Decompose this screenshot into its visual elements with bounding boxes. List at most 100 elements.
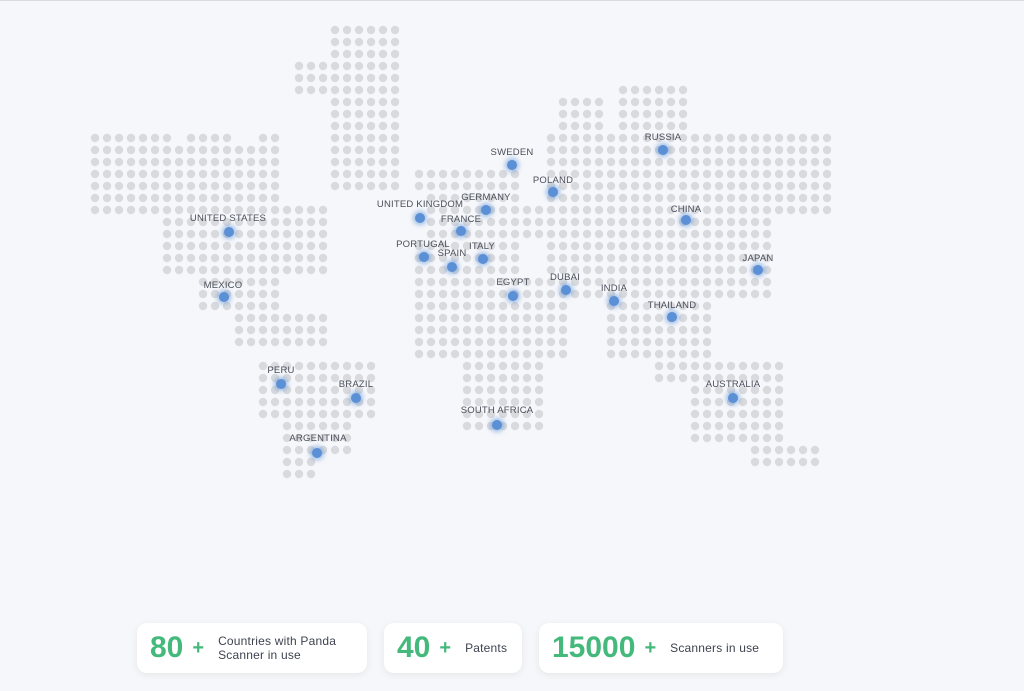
map-dot	[582, 253, 592, 263]
label-poland: POLAND	[532, 175, 574, 186]
map-dot	[594, 169, 604, 179]
world-dot-map	[90, 25, 832, 479]
map-dot	[474, 229, 484, 239]
map-dot	[486, 301, 496, 311]
pin-india[interactable]	[609, 296, 619, 306]
pin-germany[interactable]	[481, 205, 491, 215]
map-dot	[450, 337, 460, 347]
map-dot	[234, 301, 244, 311]
map-dot	[270, 217, 280, 227]
map-dot	[138, 193, 148, 203]
map-dot	[678, 253, 688, 263]
map-dot	[342, 145, 352, 155]
map-dot	[534, 301, 544, 311]
pin-dubai[interactable]	[561, 285, 571, 295]
pin-united-kingdom[interactable]	[415, 213, 425, 223]
map-dot	[282, 217, 292, 227]
map-dot	[522, 301, 532, 311]
map-dot	[318, 397, 328, 407]
map-dot	[558, 325, 568, 335]
map-dot	[702, 229, 712, 239]
map-dot	[630, 121, 640, 131]
map-dot	[714, 193, 724, 203]
map-dot	[282, 445, 292, 455]
map-dot	[678, 373, 688, 383]
map-dot	[282, 421, 292, 431]
map-dot	[150, 169, 160, 179]
map-dot	[702, 361, 712, 371]
map-dot	[162, 253, 172, 263]
map-dot	[714, 169, 724, 179]
map-dot	[270, 325, 280, 335]
map-dot	[798, 193, 808, 203]
map-dot	[606, 181, 616, 191]
map-dot	[798, 169, 808, 179]
map-dot	[378, 145, 388, 155]
map-dot	[642, 217, 652, 227]
pin-mexico[interactable]	[219, 292, 229, 302]
pin-brazil[interactable]	[351, 393, 361, 403]
pin-france[interactable]	[456, 226, 466, 236]
map-dot	[486, 265, 496, 275]
map-dot	[786, 169, 796, 179]
map-dot	[666, 349, 676, 359]
map-dot	[546, 301, 556, 311]
pin-spain[interactable]	[447, 262, 457, 272]
map-dot	[522, 421, 532, 431]
map-dot	[642, 109, 652, 119]
map-dot	[606, 349, 616, 359]
map-dot	[750, 277, 760, 287]
pin-russia[interactable]	[658, 145, 668, 155]
map-dot	[666, 145, 676, 155]
map-dot	[198, 229, 208, 239]
pin-egypt[interactable]	[508, 291, 518, 301]
map-dot	[366, 181, 376, 191]
map-dot	[654, 85, 664, 95]
label-russia: RUSSIA	[644, 132, 682, 143]
map-dot	[414, 277, 424, 287]
map-dot	[450, 169, 460, 179]
map-dot	[642, 145, 652, 155]
map-dot	[414, 169, 424, 179]
label-india: INDIA	[600, 283, 628, 294]
map-dot	[282, 205, 292, 215]
map-dot	[318, 253, 328, 263]
map-dot	[294, 409, 304, 419]
map-dot	[174, 241, 184, 251]
pin-italy[interactable]	[478, 254, 488, 264]
map-dot	[666, 193, 676, 203]
map-dot	[702, 409, 712, 419]
pin-south-africa[interactable]	[492, 420, 502, 430]
map-dot	[162, 217, 172, 227]
map-dot	[330, 73, 340, 83]
pin-united-states[interactable]	[224, 227, 234, 237]
pin-japan[interactable]	[753, 265, 763, 275]
pin-australia[interactable]	[728, 393, 738, 403]
map-dot	[738, 409, 748, 419]
map-dot	[306, 229, 316, 239]
map-dot	[594, 133, 604, 143]
pin-sweden[interactable]	[507, 160, 517, 170]
pin-portugal[interactable]	[419, 252, 429, 262]
map-dot	[270, 253, 280, 263]
pin-peru[interactable]	[276, 379, 286, 389]
map-dot	[582, 217, 592, 227]
map-dot	[618, 349, 628, 359]
pin-argentina[interactable]	[312, 448, 322, 458]
map-dot	[726, 205, 736, 215]
map-dot	[294, 217, 304, 227]
map-dot	[474, 337, 484, 347]
map-dot	[90, 169, 100, 179]
map-dot	[786, 181, 796, 191]
pin-poland[interactable]	[548, 187, 558, 197]
stat-card-patents: 40 + Patents	[384, 623, 522, 673]
map-dot	[210, 241, 220, 251]
map-dot	[462, 181, 472, 191]
map-dot	[186, 253, 196, 263]
map-dot	[678, 193, 688, 203]
pin-china[interactable]	[681, 215, 691, 225]
map-dot	[114, 157, 124, 167]
map-dot	[270, 277, 280, 287]
map-dot	[330, 133, 340, 143]
pin-thailand[interactable]	[667, 312, 677, 322]
